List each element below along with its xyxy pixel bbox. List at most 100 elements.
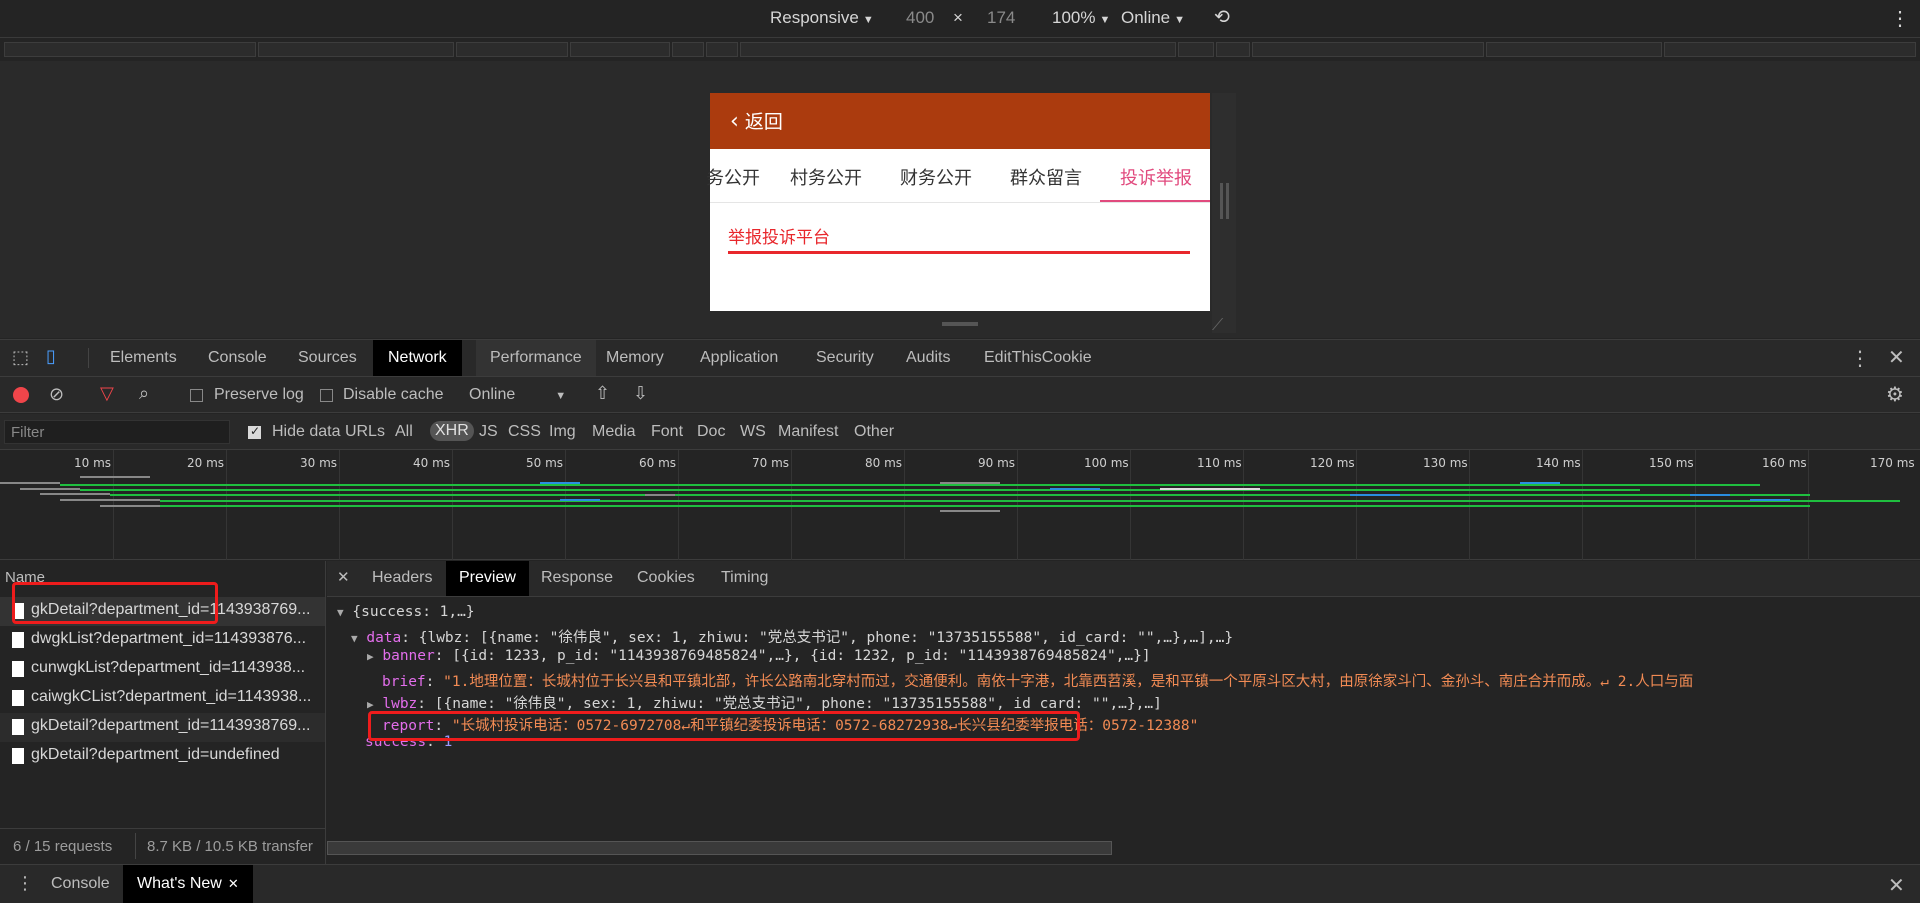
- tab-editthiscookie[interactable]: EditThisCookie: [984, 349, 1092, 367]
- corner-resize-icon[interactable]: ⟋: [1212, 315, 1228, 334]
- request-row[interactable]: caiwgkCList?department_id=1143938...: [0, 684, 325, 713]
- tab-elements[interactable]: Elements: [110, 349, 177, 367]
- media-query-segment[interactable]: [570, 42, 670, 57]
- tab-security[interactable]: Security: [816, 349, 874, 367]
- tab-audits[interactable]: Audits: [906, 349, 950, 367]
- filter-other[interactable]: Other: [854, 423, 894, 441]
- expand-arrow-icon[interactable]: ▶: [367, 698, 374, 711]
- preserve-log-checkbox[interactable]: [190, 389, 203, 402]
- search-icon[interactable]: ⌕: [139, 383, 149, 404]
- network-toolbar: ⊘ ▽ ⌕ Preserve log Disable cache Online ▼…: [0, 377, 1920, 413]
- device-toggle-icon[interactable]: ▯: [46, 346, 56, 367]
- filter-font[interactable]: Font: [651, 423, 683, 441]
- media-query-segment[interactable]: [1178, 42, 1214, 57]
- viewport-resize-edge[interactable]: [1212, 93, 1236, 333]
- resize-grip[interactable]: [1220, 183, 1223, 219]
- filter-media[interactable]: Media: [592, 423, 636, 441]
- filter-js[interactable]: JS: [479, 423, 498, 441]
- waterfall-bar: [160, 500, 1900, 502]
- section-underline: [728, 251, 1190, 254]
- close-icon[interactable]: ✕: [1888, 345, 1905, 369]
- request-row[interactable]: dwgkList?department_id=114393876...: [0, 626, 325, 655]
- throttle-select[interactable]: Online ▼: [469, 386, 566, 404]
- media-query-segment[interactable]: [740, 42, 1176, 57]
- expand-arrow-icon[interactable]: ▶: [367, 650, 374, 663]
- throttle-select[interactable]: Online ▼: [1121, 8, 1185, 28]
- tab-console[interactable]: Console: [208, 349, 267, 367]
- tab-preview[interactable]: Preview: [446, 561, 529, 596]
- import-har-icon[interactable]: ⇧: [595, 383, 610, 404]
- media-query-segment[interactable]: [258, 42, 454, 57]
- filter-doc[interactable]: Doc: [697, 423, 725, 441]
- filter-all[interactable]: All: [395, 423, 413, 441]
- json-root-line[interactable]: ▼ {success: 1,…}: [337, 604, 475, 620]
- network-timeline[interactable]: 10 ms 20 ms 30 ms 40 ms 50 ms 60 ms 70 m…: [0, 450, 1920, 560]
- height-input[interactable]: 174: [987, 8, 1015, 28]
- json-lwbz-line[interactable]: ▶ lwbz: [{name: "徐伟良", sex: 1, zhiwu: "党…: [367, 692, 1162, 713]
- bottom-resize-grip[interactable]: [942, 322, 978, 326]
- hide-data-urls-checkbox[interactable]: [248, 424, 261, 439]
- filter-img[interactable]: Img: [549, 423, 576, 441]
- tab-console-drawer[interactable]: Console: [51, 875, 110, 893]
- expand-arrow-icon[interactable]: ▼: [337, 606, 344, 619]
- tab-response[interactable]: Response: [541, 569, 613, 587]
- record-icon[interactable]: [13, 387, 29, 403]
- more-options-icon[interactable]: ⋮: [1850, 346, 1870, 370]
- resize-grip[interactable]: [1226, 183, 1229, 219]
- filter-ws[interactable]: WS: [740, 423, 766, 441]
- tab-village-affairs[interactable]: 村务公开: [790, 164, 862, 190]
- tab-performance[interactable]: Performance: [476, 340, 596, 376]
- filter-xhr[interactable]: XHR: [430, 421, 474, 441]
- width-input[interactable]: 400: [906, 8, 934, 28]
- media-query-segment[interactable]: [672, 42, 704, 57]
- media-query-segment[interactable]: [1664, 42, 1916, 57]
- request-row[interactable]: gkDetail?department_id=undefined: [0, 742, 325, 771]
- tab-application[interactable]: Application: [700, 349, 778, 367]
- media-query-segment[interactable]: [4, 42, 256, 57]
- tab-messages[interactable]: 群众留言: [1010, 164, 1082, 190]
- media-query-segment[interactable]: [1252, 42, 1484, 57]
- media-query-segment[interactable]: [456, 42, 568, 57]
- tab-headers[interactable]: Headers: [372, 569, 432, 587]
- close-icon[interactable]: ✕: [1888, 873, 1905, 897]
- tab-partial[interactable]: 务公开: [706, 164, 760, 190]
- filter-manifest[interactable]: Manifest: [778, 423, 838, 441]
- tab-sources[interactable]: Sources: [298, 349, 357, 367]
- more-options-icon[interactable]: ⋮: [1890, 6, 1910, 31]
- filter-css[interactable]: CSS: [508, 423, 541, 441]
- disable-cache-checkbox[interactable]: [320, 389, 333, 402]
- media-query-segment[interactable]: [706, 42, 738, 57]
- tab-finance[interactable]: 财务公开: [900, 164, 972, 190]
- transfer-size: 8.7 KB / 10.5 KB transfer: [147, 838, 313, 855]
- horizontal-scrollbar[interactable]: [327, 841, 1112, 855]
- device-mode-select[interactable]: Responsive ▼: [770, 8, 874, 28]
- drawer-menu-icon[interactable]: ⋮: [16, 873, 34, 894]
- filter-icon[interactable]: ▽: [100, 383, 114, 404]
- media-query-segment[interactable]: [1486, 42, 1662, 57]
- tab-cookies[interactable]: Cookies: [637, 569, 695, 587]
- tab-memory[interactable]: Memory: [606, 349, 664, 367]
- chevron-left-icon: ‹: [730, 109, 739, 134]
- clear-icon[interactable]: ⊘: [49, 384, 64, 405]
- request-row[interactable]: cunwgkList?department_id=1143938...: [0, 655, 325, 684]
- tab-network[interactable]: Network: [373, 340, 462, 376]
- close-icon[interactable]: ✕: [228, 876, 239, 891]
- tab-whats-new[interactable]: What's New ✕: [123, 865, 253, 903]
- tick-label: 40 ms: [413, 456, 451, 470]
- json-banner-line[interactable]: ▶ banner: [{id: 1233, p_id: "11439387694…: [367, 648, 1151, 664]
- expand-arrow-icon[interactable]: ▼: [351, 632, 358, 645]
- json-data-line[interactable]: ▼ data: {lwbz: [{name: "徐伟良", sex: 1, zh…: [351, 626, 1233, 647]
- export-har-icon[interactable]: ⇩: [633, 383, 648, 404]
- filter-input[interactable]: Filter: [4, 420, 230, 444]
- inspect-icon[interactable]: ⬚: [12, 347, 29, 368]
- zoom-select[interactable]: 100% ▼: [1052, 8, 1110, 28]
- back-button[interactable]: ‹ 返回: [730, 107, 783, 134]
- tab-complaints[interactable]: 投诉举报: [1120, 164, 1192, 190]
- rotate-icon[interactable]: ⟲: [1214, 6, 1230, 29]
- settings-icon[interactable]: ⚙: [1886, 382, 1904, 406]
- media-query-segment[interactable]: [1216, 42, 1250, 57]
- request-row[interactable]: gkDetail?department_id=1143938769...: [0, 713, 325, 742]
- mobile-page: ‹ 返回 务公开 村务公开 财务公开 群众留言 投诉举报 举报投诉平台: [706, 93, 1210, 311]
- close-icon[interactable]: ✕: [337, 568, 350, 586]
- tab-timing[interactable]: Timing: [721, 569, 768, 587]
